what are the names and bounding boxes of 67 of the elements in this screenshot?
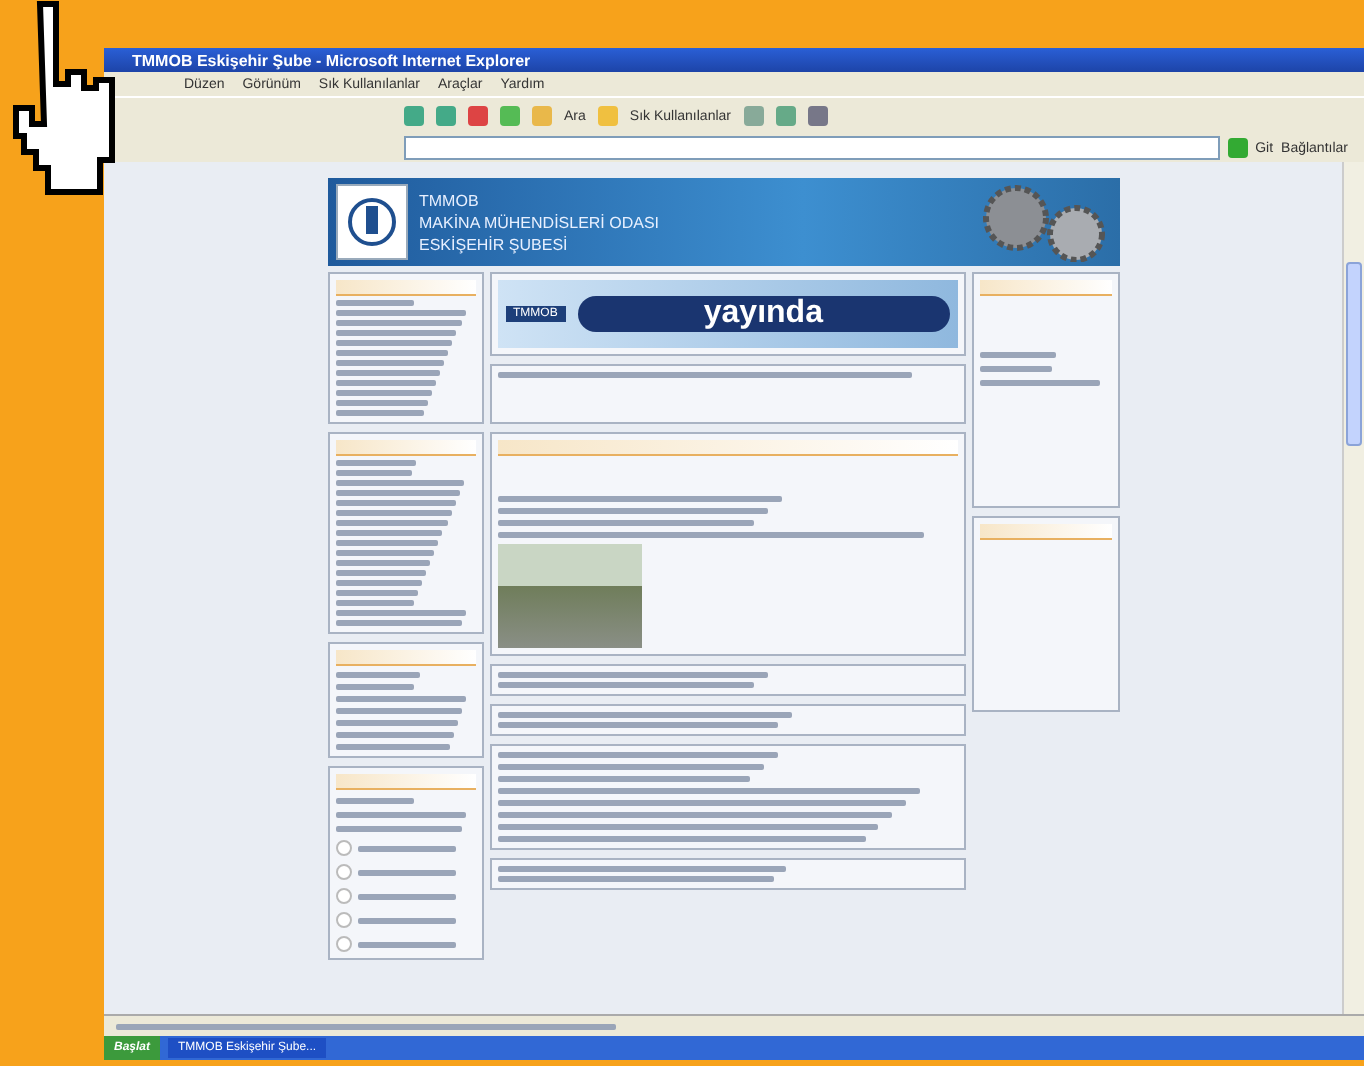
text-placeholder xyxy=(335,340,453,346)
text-placeholder xyxy=(335,460,417,466)
text-placeholder xyxy=(335,672,419,678)
site-subtitle: ESKİŞEHİR ŞUBESİ xyxy=(419,233,570,255)
text-placeholder xyxy=(357,869,455,875)
text-placeholder xyxy=(335,610,466,616)
text-placeholder xyxy=(335,580,422,586)
text-placeholder xyxy=(357,941,455,947)
text-placeholder xyxy=(335,560,431,566)
text-placeholder xyxy=(335,744,450,750)
radio-button[interactable] xyxy=(335,840,351,856)
scrollbar[interactable] xyxy=(1342,162,1364,1014)
panel-header xyxy=(979,280,1111,296)
text-placeholder xyxy=(335,390,432,396)
text-placeholder xyxy=(335,470,412,476)
text-placeholder xyxy=(335,826,463,832)
site-title: MAKİNA MÜHENDİSLERİ ODASI xyxy=(419,211,662,233)
banner-text: yayında xyxy=(577,296,949,332)
text-placeholder xyxy=(357,893,455,899)
text-placeholder xyxy=(335,520,447,526)
text-placeholder xyxy=(335,732,454,738)
text-placeholder xyxy=(335,570,426,576)
chamber-logo xyxy=(335,184,407,260)
text-placeholder xyxy=(335,370,440,376)
text-placeholder xyxy=(357,917,455,923)
text-placeholder xyxy=(979,366,1052,372)
text-placeholder xyxy=(357,845,455,851)
radio-button[interactable] xyxy=(335,864,351,880)
text-placeholder xyxy=(335,410,424,416)
text-placeholder xyxy=(335,310,466,316)
text-placeholder xyxy=(335,798,415,804)
panel-header xyxy=(335,650,475,666)
text-placeholder xyxy=(335,590,418,596)
text-placeholder xyxy=(335,300,414,306)
text-placeholder xyxy=(335,330,457,336)
text-placeholder xyxy=(335,320,461,326)
radio-button[interactable] xyxy=(335,912,351,928)
text-placeholder xyxy=(335,708,463,714)
panel-header xyxy=(335,280,475,296)
text-placeholder xyxy=(335,600,414,606)
site-title: TMMOB xyxy=(419,189,481,211)
photo-placeholder xyxy=(497,544,641,648)
text-placeholder xyxy=(335,380,436,386)
text-placeholder xyxy=(335,510,452,516)
text-placeholder xyxy=(335,540,439,546)
text-placeholder xyxy=(335,500,456,506)
text-placeholder xyxy=(335,350,449,356)
panel-header xyxy=(335,440,475,456)
text-placeholder xyxy=(335,720,459,726)
text-placeholder xyxy=(335,550,435,556)
text-placeholder xyxy=(979,380,1101,386)
text-placeholder xyxy=(335,400,428,406)
text-placeholder xyxy=(979,352,1056,358)
panel-header xyxy=(979,524,1111,540)
text-placeholder xyxy=(335,620,461,626)
radio-button[interactable] xyxy=(335,888,351,904)
window-title: TMMOB Eskişehir Şube - Microsoft Internet Explorer xyxy=(132,51,531,69)
text-placeholder xyxy=(335,360,445,366)
text-placeholder xyxy=(335,812,467,818)
text-placeholder xyxy=(335,530,443,536)
text-placeholder xyxy=(335,490,460,496)
text-placeholder xyxy=(335,684,415,690)
text-placeholder xyxy=(335,696,467,702)
address-field[interactable] xyxy=(404,136,1220,160)
radio-button[interactable] xyxy=(335,936,351,952)
text-placeholder xyxy=(335,480,464,486)
panel-header xyxy=(335,774,475,790)
